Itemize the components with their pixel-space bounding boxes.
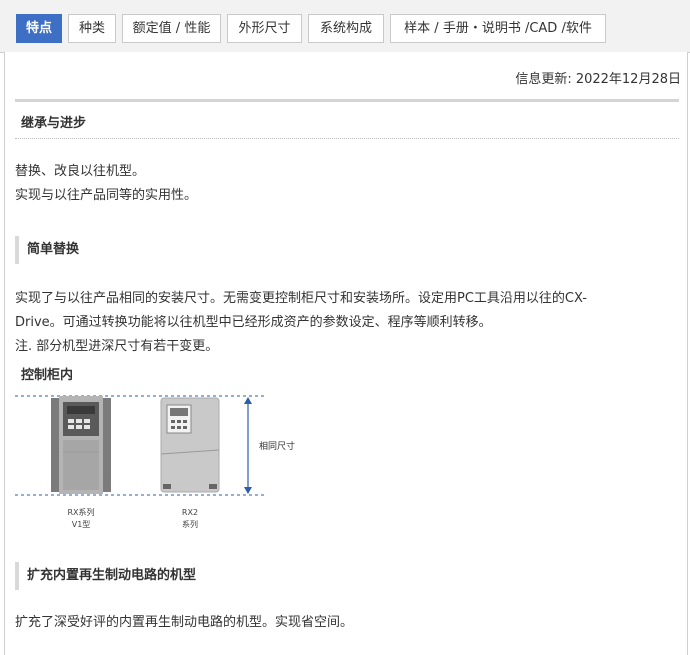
dimension-label: 相同尺寸: [259, 440, 295, 452]
simple-replace-note: 注. 部分机型进深尺寸有若干变更。: [15, 339, 219, 354]
figure-title: 控制柜内: [21, 368, 74, 383]
tab-ratings-performance[interactable]: 额定值 / 性能: [122, 14, 221, 43]
regen-text: 扩充了深受好评的内置再生制动电路的机型。实现省空间。: [15, 615, 354, 630]
tab-types[interactable]: 种类: [68, 14, 116, 43]
rx2-drive-image: [160, 397, 220, 493]
tab-dimensions[interactable]: 外形尺寸: [227, 14, 302, 43]
section-heading-simple-replace: 简单替换: [15, 236, 79, 264]
tab-features[interactable]: 特点: [16, 14, 62, 43]
cabinet-figure: 相同尺寸 RX系列 V1型 RX2 系列: [15, 392, 315, 546]
dimension-arrow-bottom: [244, 487, 252, 494]
device-a-label-1: RX系列: [67, 507, 94, 517]
tab-catalog-manual-cad-software[interactable]: 样本 / 手册・说明书 /CAD /软件: [390, 14, 606, 43]
simple-replace-line-2: Drive。可通过转换功能将以往机型中已经形成资产的参数设定、程序等顺利转移。: [15, 315, 492, 330]
device-a-label-2: V1型: [72, 520, 91, 529]
intro-line-1: 替换、改良以往机型。: [15, 164, 146, 179]
dotted-divider: [15, 138, 679, 139]
section-heading-inheritance: 继承与进步: [21, 116, 87, 131]
heading-rule: [15, 99, 679, 102]
rx-v1-drive-image: [51, 396, 111, 494]
info-updated: 信息更新: 2022年12月28日: [515, 72, 681, 87]
tab-system-config[interactable]: 系统构成: [308, 14, 384, 43]
simple-replace-line-1: 实现了与以往产品相同的安装尺寸。无需变更控制柜尺寸和安装场所。设定用PC工具沿用…: [15, 291, 587, 306]
device-b-label-2: 系列: [182, 519, 198, 529]
tab-bar: 特点 种类 额定值 / 性能 外形尺寸 系统构成 样本 / 手册・说明书 /CA…: [0, 0, 690, 53]
content-panel: 信息更新: 2022年12月28日 继承与进步 替换、改良以往机型。 实现与以往…: [4, 52, 688, 655]
dimension-arrow-top: [244, 397, 252, 404]
cabinet-diagram: 相同尺寸 RX系列 V1型 RX2 系列: [15, 395, 295, 529]
intro-line-2: 实现与以往产品同等的实用性。: [15, 188, 198, 203]
section-heading-regen: 扩充内置再生制动电路的机型: [15, 562, 196, 590]
device-b-label-1: RX2: [182, 508, 198, 517]
